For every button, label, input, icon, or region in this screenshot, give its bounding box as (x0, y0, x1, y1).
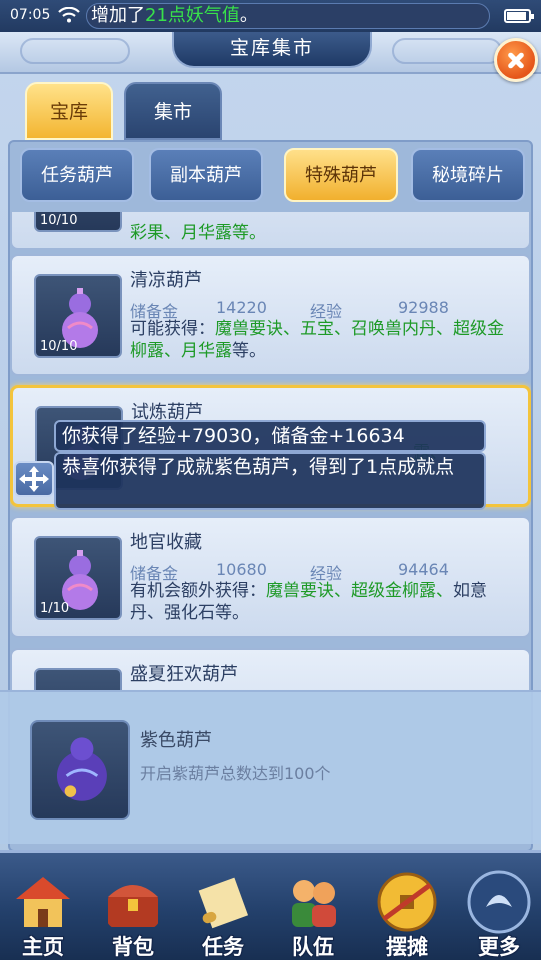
subtab-special-gourd[interactable]: 特殊葫芦 (284, 148, 398, 202)
list-item[interactable]: 10/10 彩果、月华露等。 (10, 212, 531, 250)
exp-value: 92988 (398, 298, 449, 317)
toast-achievement: 恭喜你获得了成就紫色葫芦，得到了1点成就点 (54, 452, 486, 510)
reserve-value: 14220 (216, 298, 267, 317)
app-root: 07:05 增加了21点妖气值。 宝库集市 宝库 集市 任务葫芦 副本葫芦 特殊… (0, 0, 541, 960)
nav-label: 任务 (202, 935, 244, 959)
notice-highlight: 21点妖气值 (145, 5, 240, 26)
desc-lead: 有机会额外获得： (130, 581, 266, 601)
achievement-title: 紫色葫芦 (140, 730, 212, 751)
nav-label: 队伍 (292, 935, 334, 959)
item-description: 有机会额外获得：魔兽要诀、超级金柳露、如意丹、强化石等。 (130, 580, 520, 624)
move-icon (19, 466, 49, 492)
list-item[interactable]: 盛夏狂欢葫芦 (10, 648, 531, 692)
nav-more[interactable]: 更多 (458, 867, 540, 959)
list-item[interactable]: 1/10 地官收藏 储备金 10680 经验 94464 有机会额外获得：魔兽要… (10, 516, 531, 638)
exp-value: 94464 (398, 560, 449, 579)
reserve-value: 10680 (216, 560, 267, 579)
item-description: 可能获得：魔兽要诀、五宝、召唤兽内丹、超级金柳露、月华露等。 (130, 318, 520, 362)
status-bar: 07:05 增加了21点妖气值。 (0, 0, 541, 32)
team-icon (292, 880, 336, 927)
drag-handle[interactable] (14, 461, 54, 497)
more-icon (467, 870, 531, 934)
nav-home[interactable]: 主页 (2, 867, 84, 959)
desc-lead: 可能获得： (130, 319, 215, 339)
nav-team[interactable]: 队伍 (272, 867, 354, 959)
house-icon (16, 877, 70, 927)
nav-bag[interactable]: 背包 (92, 867, 174, 959)
title-bar: 宝库集市 (0, 32, 541, 74)
close-button[interactable] (494, 38, 538, 82)
item-name: 清凉葫芦 (130, 270, 202, 291)
bottom-nav: 主页 背包 任务 队伍 摆摊 更多 (0, 850, 541, 960)
status-time: 07:05 (10, 7, 51, 23)
achievement-description: 开启紫葫芦总数达到100个 (140, 764, 331, 783)
subtab-task-gourd[interactable]: 任务葫芦 (20, 148, 134, 202)
achievement-popup: 紫色葫芦 开启紫葫芦总数达到100个 (0, 690, 541, 844)
subtab-dungeon-gourd[interactable]: 副本葫芦 (149, 148, 263, 202)
nav-stall[interactable]: 摆摊 (366, 867, 448, 959)
notice-suffix: 。 (239, 5, 258, 26)
notice-prefix: 增加了 (91, 5, 145, 26)
item-thumbnail: 10/10 (34, 274, 122, 358)
desc-rewards: 魔兽要诀、超级金柳露、 (266, 581, 453, 601)
item-thumbnail: 1/10 (34, 536, 122, 620)
item-quantity: 10/10 (40, 339, 78, 354)
notice-bubble: 增加了21点妖气值。 (86, 3, 490, 29)
treasure-chest-icon (108, 885, 158, 927)
battery-level (507, 12, 526, 20)
cloud-ornament-right (392, 38, 502, 64)
item-thumbnail: 10/10 (34, 212, 122, 232)
item-quantity: 10/10 (40, 213, 78, 228)
list-item[interactable]: 10/10 清凉葫芦 储备金 14220 经验 92988 可能获得：魔兽要诀、… (10, 254, 531, 376)
cloud-ornament-left (20, 38, 130, 64)
item-thumbnail (34, 668, 122, 692)
coin-icon (377, 872, 437, 932)
nav-label: 主页 (22, 935, 64, 959)
tab-vault[interactable]: 宝库 (25, 82, 113, 140)
toast-reward: 你获得了经验+79030，储备金+16634 (54, 420, 486, 452)
purple-gourd-icon (56, 737, 107, 801)
wifi-icon (58, 7, 80, 23)
subtab-secret-fragment[interactable]: 秘境碎片 (411, 148, 525, 202)
scroll-icon (198, 877, 249, 929)
desc-tail: 等。 (232, 341, 266, 361)
nav-label: 背包 (112, 935, 154, 959)
nav-tasks[interactable]: 任务 (182, 867, 264, 959)
tab-market[interactable]: 集市 (124, 82, 222, 140)
item-quantity: 1/10 (40, 601, 70, 616)
nav-label: 更多 (478, 935, 520, 959)
achievement-thumbnail (30, 720, 130, 820)
item-reward-tail: 彩果、月华露等。 (130, 223, 266, 243)
battery-icon (504, 9, 534, 23)
item-name: 盛夏狂欢葫芦 (130, 664, 238, 685)
nav-label: 摆摊 (386, 935, 428, 959)
page-title: 宝库集市 (172, 32, 372, 68)
item-name: 地官收藏 (130, 532, 202, 553)
item-description: 彩果、月华露等。 (130, 222, 520, 244)
